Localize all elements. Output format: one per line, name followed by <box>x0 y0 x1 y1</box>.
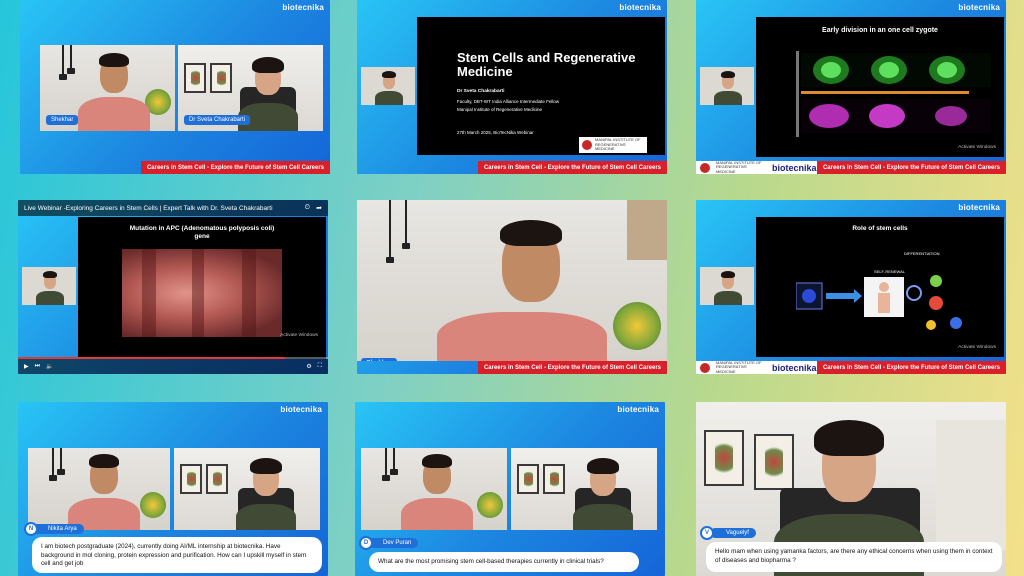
host-video <box>28 448 170 530</box>
tile-title-slide: biotecnika Stem Cells and Regenerative M… <box>357 0 667 174</box>
brand-logo: biotecnika <box>617 405 659 414</box>
slide-title: Role of stem cells <box>852 225 908 232</box>
brand-logo: biotecnika <box>280 405 322 414</box>
commenter-avatar: V <box>700 526 714 540</box>
slide-title: Stem Cells and Regenerative Medicine <box>457 50 636 80</box>
brand-logo: biotecnika <box>958 203 1000 212</box>
slide-date: 27th March 2025, BioTecNika Webinar <box>457 130 534 135</box>
event-banner: Careers in Stem Cell - Explore the Futur… <box>140 161 330 174</box>
speaker-video: Dr Sveta Chakrabarti <box>178 45 323 131</box>
speaker-video <box>511 448 657 530</box>
commenter-avatar: N <box>24 522 38 536</box>
fullscreen-icon[interactable]: ⛶ <box>318 363 322 370</box>
slide-title: Mutation in APC (Adenomatous polyposis c… <box>129 225 275 241</box>
differentiation-label: DIFFERENTIATION <box>904 251 940 256</box>
commenter-name: Vaguelyf <box>710 528 756 538</box>
tile-comment-3: biotecnika Vaguelyf V Hello mam when usi… <box>696 402 1006 576</box>
speaker-name-tag: Dr Sveta Chakrabarti <box>184 115 251 125</box>
activate-windows-notice: Activate Windows <box>280 333 318 339</box>
stem-cell-diagram <box>796 275 962 330</box>
institute-logo: MANIPAL INSTITUTE OF REGENERATIVE MEDICI… <box>579 137 647 153</box>
zygote-image <box>801 53 991 133</box>
tile-zygote-slide: biotecnika Early division in an one cell… <box>696 0 1006 174</box>
speaker-thumbnail <box>700 267 754 305</box>
share-icon[interactable]: ➦ <box>316 204 322 212</box>
brand-logo: biotecnika <box>282 3 324 12</box>
event-banner: Careers in Stem Cell - Explore the Futur… <box>816 361 1006 374</box>
host-name-tag: Shekhar <box>46 115 79 125</box>
host-name-tag: Shekhar <box>361 358 398 361</box>
commenter-avatar: D <box>359 536 373 550</box>
event-banner: Careers in Stem Cell - Explore the Futur… <box>477 361 667 374</box>
host-video <box>361 448 507 530</box>
slide-institute: Manipal Institute of Regenerative Medici… <box>457 107 543 112</box>
speaker-video <box>174 448 320 530</box>
comment-bubble: I am biotech postgraduate (2024), curren… <box>32 537 322 573</box>
host-video: Shekhar <box>40 45 175 131</box>
tile-role-slide: biotecnika Role of stem cells DIFFERENTI… <box>696 200 1006 374</box>
commenter-name: Dev Puran <box>367 538 419 548</box>
colon-tissue-image <box>122 249 282 337</box>
player-title-bar: Live Webinar -Exploring Careers in Stem … <box>18 200 328 216</box>
tile-host-full: biotecnika Shekhar Careers in Stem Cell … <box>357 200 667 374</box>
clock-icon[interactable]: ⏲ <box>305 204 310 212</box>
role-slide: Role of stem cells DIFFERENTIATION SELF-… <box>756 217 1004 357</box>
event-banner: Careers in Stem Cell - Explore the Futur… <box>816 161 1006 174</box>
speaker-thumbnail <box>361 67 415 105</box>
play-icon[interactable]: ▶ <box>24 363 29 370</box>
brand-logo: biotecnika <box>619 3 661 12</box>
settings-icon[interactable]: ⚙ <box>306 363 311 370</box>
tile-dual-cam-1: biotecnika Shekhar Dr Sveta Chakrabarti … <box>20 0 330 174</box>
zygote-slide: Early division in an one cell zygote Act… <box>756 17 1004 157</box>
title-slide: Stem Cells and Regenerative Medicine Dr … <box>417 17 665 155</box>
apc-slide: Mutation in APC (Adenomatous polyposis c… <box>78 217 326 359</box>
next-icon[interactable]: ⏭ <box>35 363 40 370</box>
speaker-thumbnail <box>700 67 754 105</box>
speaker-thumbnail <box>22 267 76 305</box>
tile-comment-2: biotecnika Dev Puran D What are the most… <box>355 402 665 576</box>
slide-author: Dr Sveta Chakrabarti <box>457 89 505 94</box>
brand-logo: biotecnika <box>958 3 1000 12</box>
biotecnika-logo: biotecnika <box>772 362 817 373</box>
activate-windows-notice: Activate Windows <box>958 345 996 351</box>
biotecnika-logo: biotecnika <box>772 162 817 173</box>
comment-bubble: Hello mam when using yamanka factors, ar… <box>706 542 1002 572</box>
event-banner: Careers in Stem Cell - Explore the Futur… <box>477 161 667 174</box>
slide-title: Early division in an one cell zygote <box>822 27 938 34</box>
player-controls: ▶ ⏭ 🔈 ⚙ ⛶ <box>18 359 328 374</box>
slide-role: Faculty, DBT-WT India Alliance Intermedi… <box>457 99 560 104</box>
commenter-name: Nikita Arya <box>32 524 84 534</box>
tile-player-apc: Live Webinar -Exploring Careers in Stem … <box>18 200 328 374</box>
tile-comment-1: biotecnika Nikita Arya N I am biotech po… <box>18 402 328 576</box>
activate-windows-notice: Activate Windows <box>958 145 996 151</box>
host-video-full: Shekhar <box>357 200 667 361</box>
video-title: Live Webinar -Exploring Careers in Stem … <box>24 204 273 212</box>
comment-bubble: What are the most promising stem cell-ba… <box>369 552 639 572</box>
volume-icon[interactable]: 🔈 <box>46 363 53 370</box>
